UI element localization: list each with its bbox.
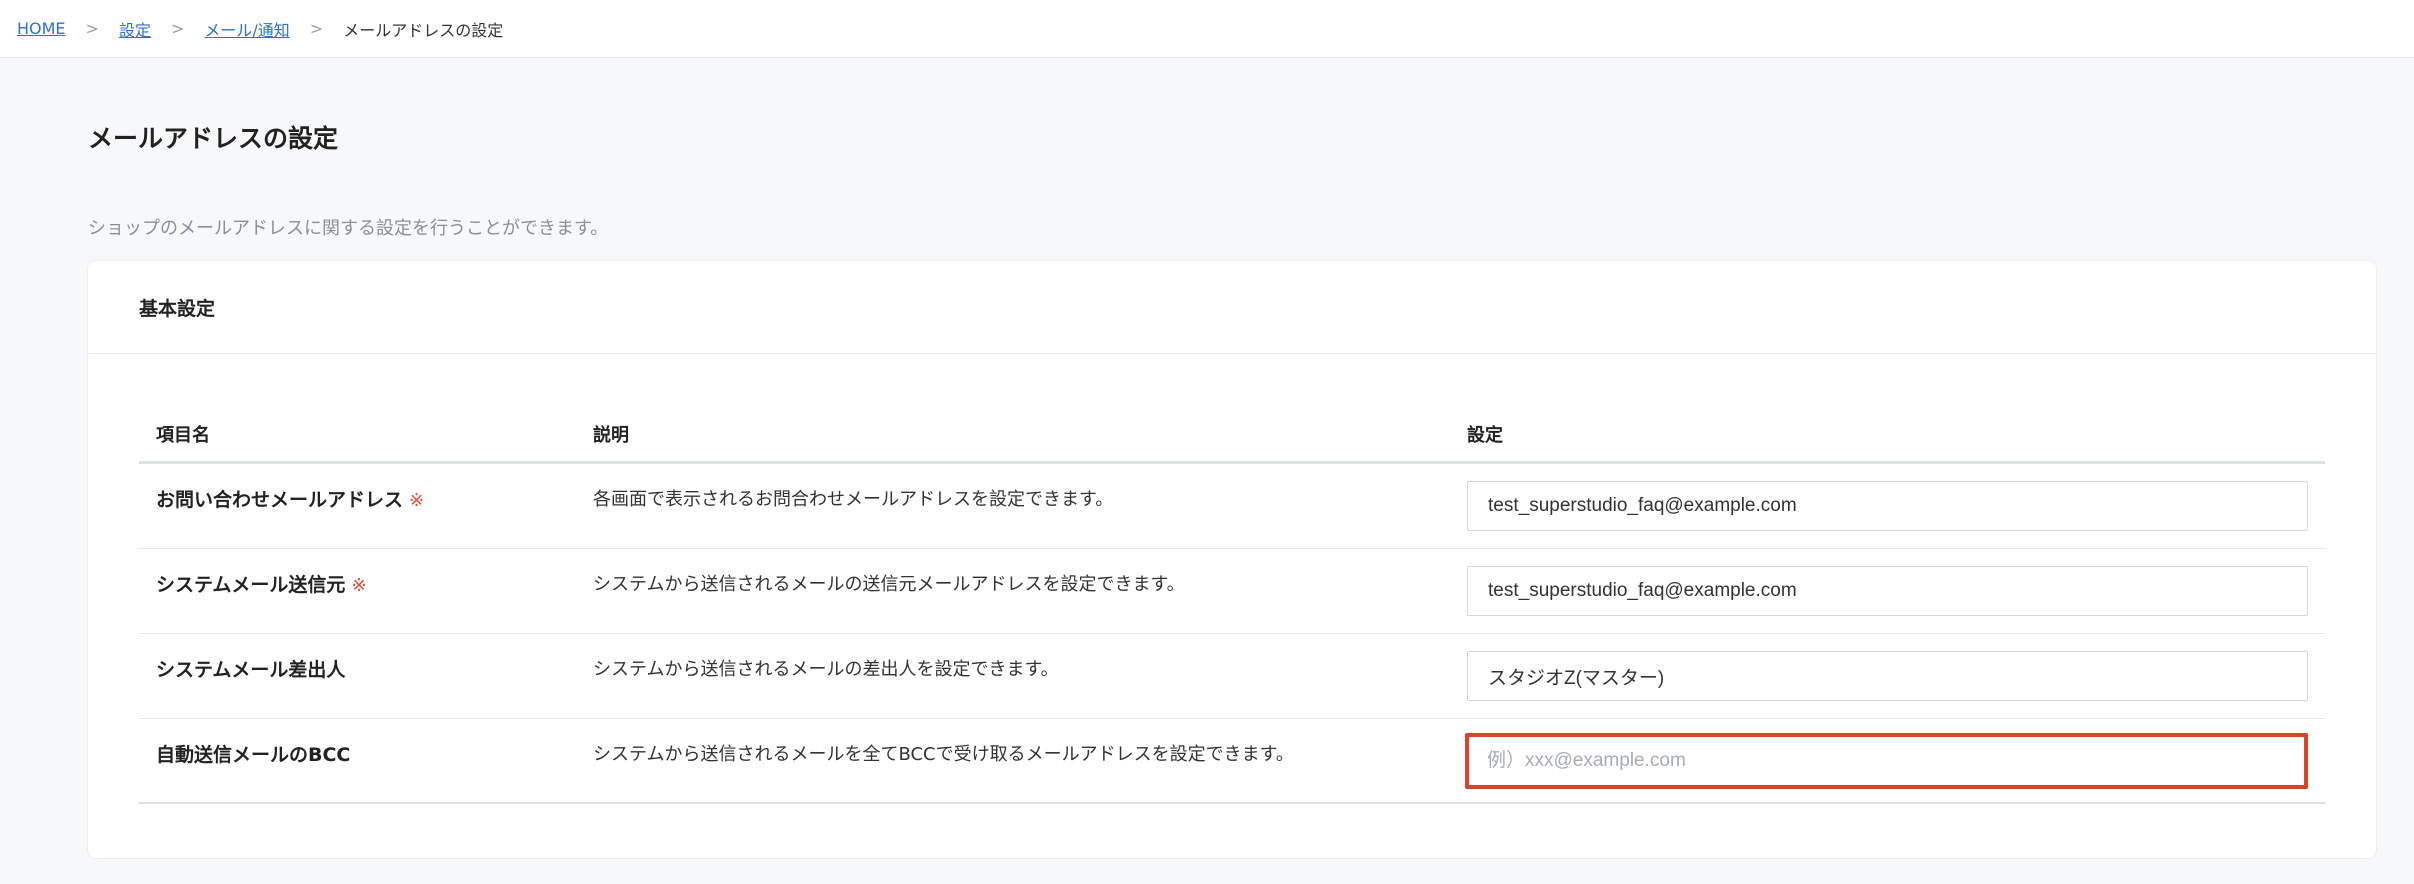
system-sender-email-input[interactable] [1467, 566, 2308, 616]
settings-table: 項目名 説明 設定 お問い合わせメールアドレス ※ 各画面で表示されるお問合わせメ… [139, 406, 2325, 804]
item-name-cell: システムメール送信元 ※ [139, 549, 576, 633]
item-description: システムから送信されるメールを全てBCCで受け取るメールアドレスを設定できます。 [593, 744, 1294, 765]
description-cell: 各画面で表示されるお問合わせメールアドレスを設定できます。 [576, 464, 1450, 548]
breadcrumb-home-link[interactable]: HOME [17, 19, 66, 38]
basic-settings-card: 基本設定 項目名 説明 設定 お問い合わせメールアドレス ※ 各画面で表示されるお… [88, 261, 2376, 858]
description-cell: システムから送信されるメールの差出人を設定できます。 [576, 634, 1450, 718]
setting-cell [1450, 634, 2325, 718]
inquiry-email-input[interactable] [1467, 481, 2308, 531]
table-header: 項目名 説明 設定 [139, 406, 2325, 464]
header-description: 説明 [593, 424, 629, 446]
table-row: 自動送信メールのBCC システムから送信されるメールを全てBCCで受け取るメール… [139, 719, 2325, 804]
item-name: お問い合わせメールアドレス [156, 489, 404, 511]
description-cell: システムから送信されるメールの送信元メールアドレスを設定できます。 [576, 549, 1450, 633]
page-title: メールアドレスの設定 [88, 124, 339, 153]
header-setting: 設定 [1467, 424, 1503, 446]
description-cell: システムから送信されるメールを全てBCCで受け取るメールアドレスを設定できます。 [576, 719, 1450, 802]
item-name: システムメール送信元 [156, 574, 346, 596]
page-description: ショップのメールアドレスに関する設定を行うことができます。 [88, 218, 609, 239]
header-item-name: 項目名 [156, 424, 210, 446]
item-name-cell: 自動送信メールのBCC [139, 719, 576, 802]
breadcrumb-separator: > [85, 19, 99, 38]
breadcrumb-settings-link[interactable]: 設定 [119, 17, 151, 41]
breadcrumb-current: メールアドレスの設定 [343, 20, 504, 40]
table-row: システムメール送信元 ※ システムから送信されるメールの送信元メールアドレスを設定… [139, 549, 2325, 634]
setting-cell [1450, 464, 2325, 548]
item-name-cell: お問い合わせメールアドレス ※ [139, 464, 576, 548]
setting-cell [1450, 549, 2325, 633]
table-row: お問い合わせメールアドレス ※ 各画面で表示されるお問合わせメールアドレスを設定で… [139, 464, 2325, 549]
item-name-cell: システムメール差出人 [139, 634, 576, 718]
card-title: 基本設定 [139, 297, 216, 320]
table-row: システムメール差出人 システムから送信されるメールの差出人を設定できます。 [139, 634, 2325, 719]
breadcrumb: HOME > 設定 > メール/通知 > メールアドレスの設定 [0, 0, 2414, 58]
item-description: システムから送信されるメールの差出人を設定できます。 [593, 659, 1059, 680]
item-name: 自動送信メールのBCC [156, 744, 351, 766]
required-mark: ※ [409, 490, 425, 511]
required-mark: ※ [351, 575, 367, 596]
breadcrumb-separator: > [170, 19, 185, 38]
system-sender-name-input[interactable] [1467, 651, 2308, 701]
item-name: システムメール差出人 [156, 659, 346, 681]
item-description: システムから送信されるメールの送信元メールアドレスを設定できます。 [593, 574, 1185, 595]
card-header: 基本設定 [88, 261, 2376, 354]
breadcrumb-mail-notification-link[interactable]: メール/通知 [204, 17, 289, 41]
bcc-email-input[interactable] [1465, 733, 2308, 789]
setting-cell [1450, 719, 2325, 802]
breadcrumb-separator: > [309, 19, 324, 38]
item-description: 各画面で表示されるお問合わせメールアドレスを設定できます。 [593, 489, 1114, 510]
